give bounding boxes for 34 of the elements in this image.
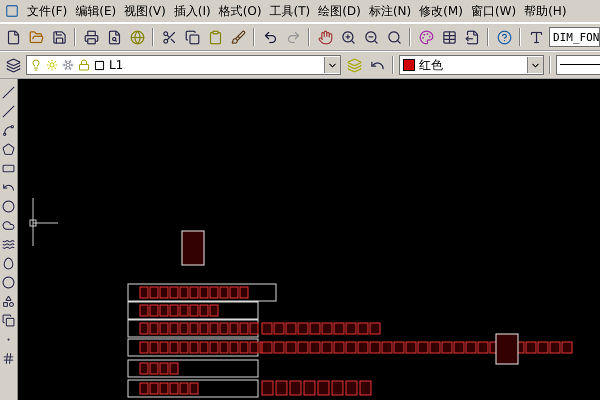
menu-item[interactable]: 编辑(E) <box>72 2 120 20</box>
menu-item[interactable]: 视图(V) <box>121 2 169 20</box>
menu-item[interactable]: 帮助(H) <box>521 2 570 20</box>
sun-icon <box>46 59 58 71</box>
menu-item[interactable]: 修改(M) <box>416 2 466 20</box>
polyline-icon[interactable] <box>2 123 16 137</box>
cloud-icon[interactable] <box>2 218 16 232</box>
ray-icon[interactable] <box>2 104 16 118</box>
make-block-icon[interactable] <box>2 313 16 327</box>
ellipse-arc-icon[interactable] <box>2 275 16 289</box>
lock-icon <box>78 59 90 71</box>
lightbulb-icon <box>30 59 42 71</box>
line-icon[interactable] <box>2 85 16 99</box>
menu-item[interactable]: 格式(O) <box>216 2 265 20</box>
polygon-icon[interactable] <box>2 142 16 156</box>
square-icon <box>94 60 105 70</box>
crosshair-cursor-icon <box>30 198 58 246</box>
menu-item[interactable]: 工具(T) <box>266 2 314 20</box>
hatch-icon[interactable] <box>2 351 16 365</box>
layer-name: L1 <box>109 58 124 72</box>
menu-item[interactable]: 插入(I) <box>170 2 214 20</box>
menu-item[interactable]: 绘图(D) <box>315 2 364 20</box>
menu-item[interactable]: 文件(F) <box>24 2 70 20</box>
circle-icon[interactable] <box>2 199 16 213</box>
spline-icon[interactable] <box>2 237 16 251</box>
menu-item[interactable]: 标注(N) <box>366 2 414 20</box>
menu-item[interactable]: 窗口(W) <box>468 2 520 20</box>
snowflake-icon <box>62 59 74 71</box>
color-name: 红色 <box>419 56 443 74</box>
text-style-field[interactable]: DIM_FON <box>549 27 600 47</box>
layer-dropdown[interactable]: L1 <box>26 55 341 75</box>
insert-block-icon[interactable] <box>2 294 16 308</box>
drawing-canvas[interactable] <box>18 79 600 400</box>
color-dropdown[interactable]: 红色 <box>399 55 544 75</box>
